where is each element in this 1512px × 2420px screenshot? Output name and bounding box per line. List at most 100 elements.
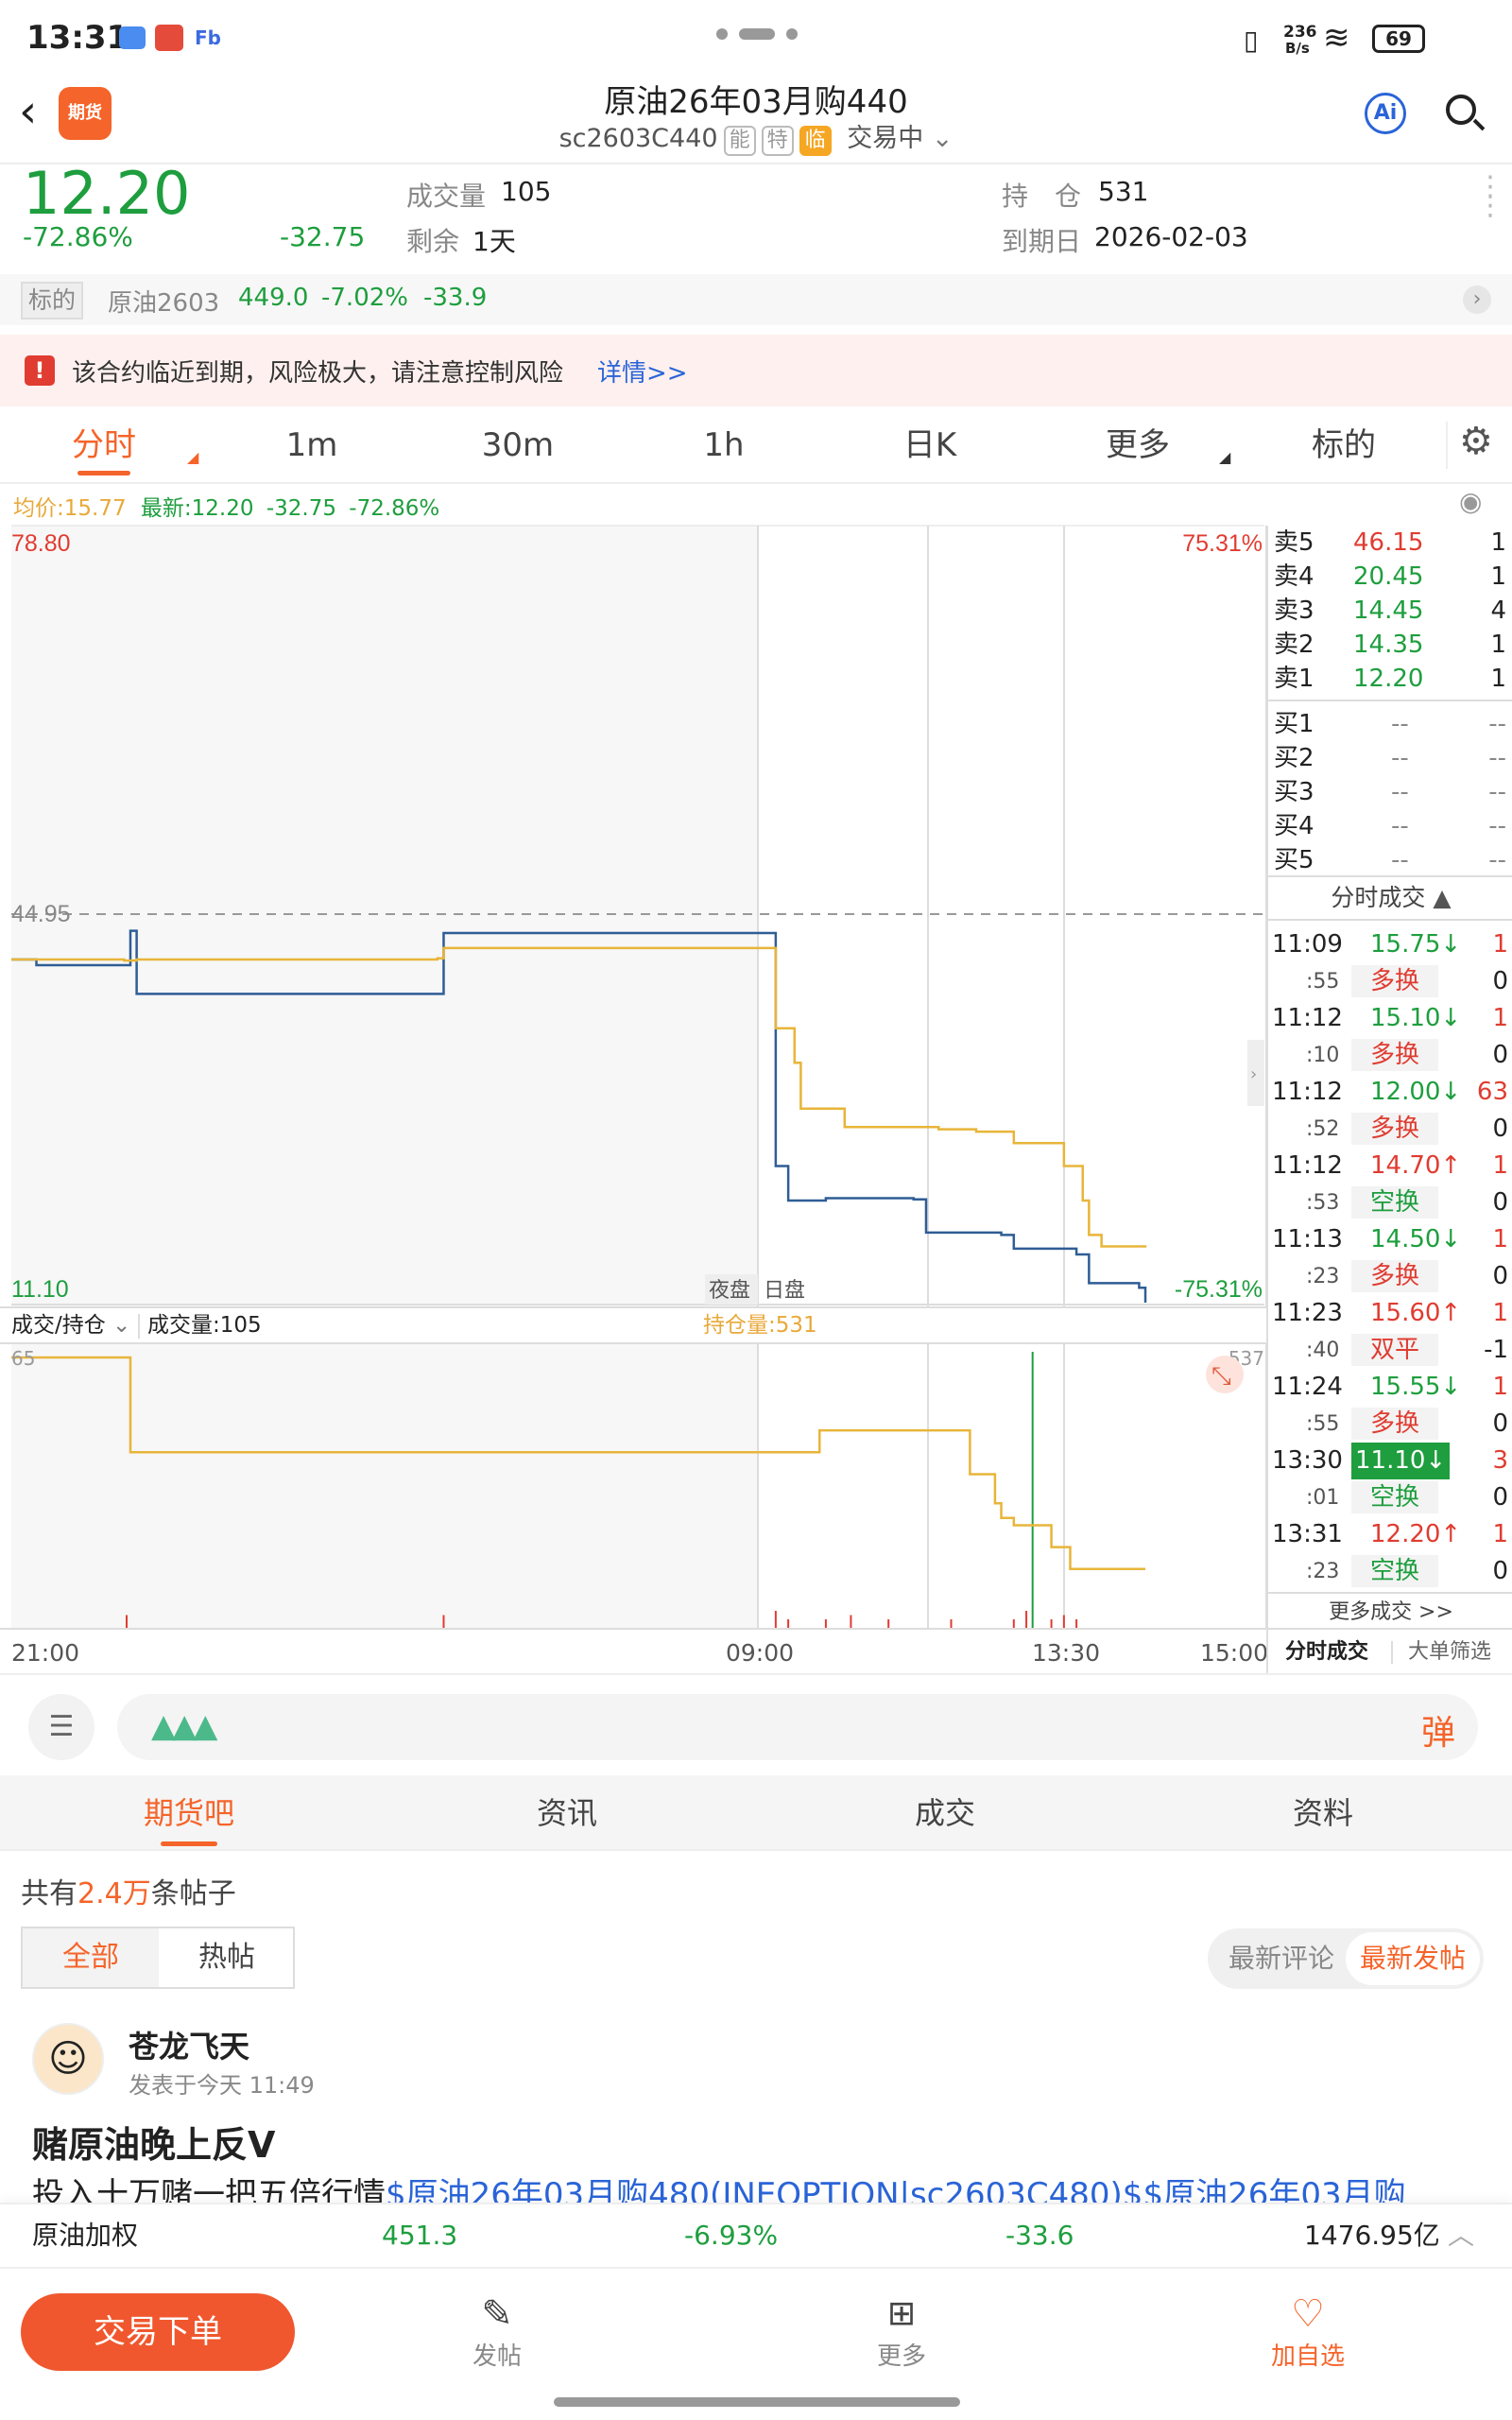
post-author[interactable]: 苍龙飞天 (129, 2023, 249, 2066)
ask-label: 卖4 (1274, 562, 1314, 591)
svg-text:⤡: ⤡ (1211, 1362, 1231, 1391)
nav-more[interactable]: ⊞ 更多 (826, 2291, 977, 2372)
trade-row: 13:30 11.10↓ 3 (1268, 1443, 1512, 1479)
trades-title[interactable]: 分时成交 ▲ (1268, 879, 1512, 917)
underlying-bar[interactable]: 标的 原油2603 449.0 -7.02% -33.9 › (0, 274, 1512, 325)
ask-row[interactable]: 卖2 14.35 1 (1268, 628, 1512, 662)
more-vertical-icon[interactable]: ⋮ ⋮ (1476, 173, 1504, 220)
chart-info: 均价:15.77 最新:12.20 -32.75 -72.86% ◉ (13, 486, 1497, 521)
trade-type: 双平 (1351, 1334, 1438, 1366)
net-speed-top: 236 (1283, 23, 1317, 42)
bid-qty: -- (1488, 846, 1506, 874)
side-tab-trades[interactable]: 分时成交 (1285, 1632, 1368, 1673)
trade-price: 15.55↓ (1370, 1373, 1462, 1401)
volume-bar (1031, 1352, 1034, 1628)
tab-trades[interactable]: 成交 (756, 1775, 1134, 1851)
trade-row: 11:24 15.55↓ 1 (1268, 1369, 1512, 1406)
tab-forum[interactable]: 期货吧 (0, 1775, 378, 1851)
trade-price: 15.75↓ (1370, 930, 1462, 959)
side-tab-large-orders[interactable]: 大单筛选 (1408, 1632, 1491, 1673)
app-notification-icon (155, 25, 183, 51)
ask-qty: 4 (1490, 596, 1506, 625)
ask-row[interactable]: 卖5 46.15 1 (1268, 526, 1512, 560)
ask-price: 46.15 (1353, 528, 1424, 557)
status-time: 13:31 (26, 19, 129, 57)
ask-row[interactable]: 卖4 20.45 1 (1268, 560, 1512, 594)
trade-time: 11:09 (1272, 930, 1343, 959)
ticker-bar[interactable]: 原油加权 451.3 -6.93% -33.6 1476.95亿 ︿ (0, 2203, 1512, 2267)
expand-up-icon[interactable]: ︿ (1448, 2204, 1474, 2267)
ticker-amount: 1476.95亿 (1304, 2220, 1440, 2251)
trade-time: 13:31 (1272, 1520, 1343, 1548)
ticker-name: 原油加权 (32, 2220, 139, 2251)
sort-latest-post[interactable]: 最新发帖 (1346, 1932, 1480, 1985)
ask-qty: 1 (1490, 562, 1506, 591)
filter-all[interactable]: 全部 (23, 1928, 159, 1987)
volume-max-label: 65 (11, 1347, 35, 1370)
filter-hot[interactable]: 热帖 (159, 1928, 295, 1987)
warning-details-link[interactable]: 详情>> (597, 354, 688, 389)
tab-more[interactable]: 更多 (1072, 406, 1204, 484)
trade-row: 11:09 15.75↓ 1 (1268, 926, 1512, 963)
section-tabs: 期货吧 资讯 成交 资料 (0, 1775, 1512, 1851)
search-icon[interactable] (1446, 95, 1486, 132)
post-card[interactable]: ☺ 苍龙飞天 发表于今天 11:49 赌原油晚上反V 投入十万赌一把五倍行情$原… (0, 2014, 1512, 2214)
eye-icon[interactable]: ◉ (1459, 486, 1482, 517)
trade-detail-row: :53 空换 0 (1268, 1184, 1512, 1221)
ask-row[interactable]: 卖1 12.20 1 (1268, 662, 1512, 696)
nav-post[interactable]: ✎ 发帖 (421, 2291, 573, 2372)
bid-row[interactable]: 买1 -- -- (1268, 707, 1512, 741)
post-time: 发表于今天 11:49 (129, 2072, 315, 2099)
trade-row: 11:12 12.00↓ 63 (1268, 1074, 1512, 1111)
nav-add-watchlist[interactable]: ♡ 加自选 (1232, 2291, 1383, 2372)
page-title: 原油26年03月购440 (604, 83, 908, 121)
more-caret-icon: ◢ (1219, 448, 1231, 466)
bid-row[interactable]: 买4 -- -- (1268, 809, 1512, 843)
volume-chart[interactable]: 65 537 ⤡ (0, 1344, 1266, 1630)
danmu-toggle[interactable]: 弹 (1421, 1705, 1455, 1754)
post-count: 共有2.4万条帖子 (21, 1877, 236, 1910)
tab-underlying[interactable]: 标的 (1278, 406, 1410, 484)
tab-daily-k[interactable]: 日K (864, 406, 996, 484)
trade-seconds: :40 (1306, 1339, 1340, 1362)
ai-button[interactable]: Ai (1365, 93, 1406, 134)
volume-label: 成交量:105 (147, 1313, 262, 1338)
avg-price: 均价:15.77 (13, 496, 127, 521)
comment-input[interactable]: ▲▲▲ 弹 (117, 1694, 1478, 1760)
comment-bar: ☰ ▲▲▲ 弹 (0, 1675, 1512, 1773)
oi-series-label: 持仓量:531 (703, 1313, 817, 1338)
settings-gear-icon[interactable]: ⚙ (1459, 420, 1493, 463)
volume-oi-selector[interactable]: 成交/持仓 ⌄ (11, 1308, 130, 1342)
sort-latest-comment[interactable]: 最新评论 (1228, 1928, 1334, 1989)
price-chart[interactable]: › 78.80 11.10 75.31% -75.31% 44.95 夜盘 日盘 (0, 522, 1266, 1306)
tab-1h[interactable]: 1h (658, 406, 790, 484)
bid-row[interactable]: 买2 -- -- (1268, 741, 1512, 775)
vibrate-icon: ▯ (1244, 25, 1259, 56)
risk-warning[interactable]: ! 该合约临近到期，风险极大，请注意控制风险 详情>> (0, 335, 1512, 406)
net-speed-bottom: B/s (1285, 40, 1310, 57)
tab-news[interactable]: 资讯 (378, 1775, 756, 1851)
trade-time: 11:23 (1272, 1299, 1343, 1327)
tag-near-expiry: 临 (799, 126, 832, 156)
last-price: 12.20 (23, 159, 191, 228)
tab-intraday[interactable]: 分时 (38, 406, 170, 484)
ai-label: Ai (1373, 101, 1398, 125)
bid-row[interactable]: 买3 -- -- (1268, 775, 1512, 809)
more-trades-link[interactable]: 更多成交 >> (1268, 1592, 1512, 1632)
time-tick-afternoon: 13:30 (1032, 1639, 1101, 1667)
tab-1m[interactable]: 1m (246, 406, 378, 484)
tab-info[interactable]: 资料 (1134, 1775, 1512, 1851)
trade-time: 11:12 (1272, 1151, 1343, 1180)
ask-row[interactable]: 卖3 14.45 4 (1268, 594, 1512, 628)
trade-oi-change: 0 (1492, 1557, 1508, 1585)
session-day-label: 日盘 (764, 1279, 805, 1303)
bid-row[interactable]: 买5 -- -- (1268, 843, 1512, 877)
danmu-list-icon[interactable]: ☰ (28, 1694, 94, 1760)
trade-order-button[interactable]: 交易下单 (21, 2293, 295, 2371)
contract-subtitle[interactable]: sc2603C440 能特临 交易中 ⌄ (0, 117, 1512, 156)
trade-oi-change: 0 (1492, 1483, 1508, 1512)
avatar[interactable]: ☺ (32, 2023, 104, 2095)
tab-30m[interactable]: 30m (452, 406, 584, 484)
trade-volume: 3 (1492, 1446, 1508, 1475)
trade-detail-row: :40 双平 -1 (1268, 1332, 1512, 1369)
